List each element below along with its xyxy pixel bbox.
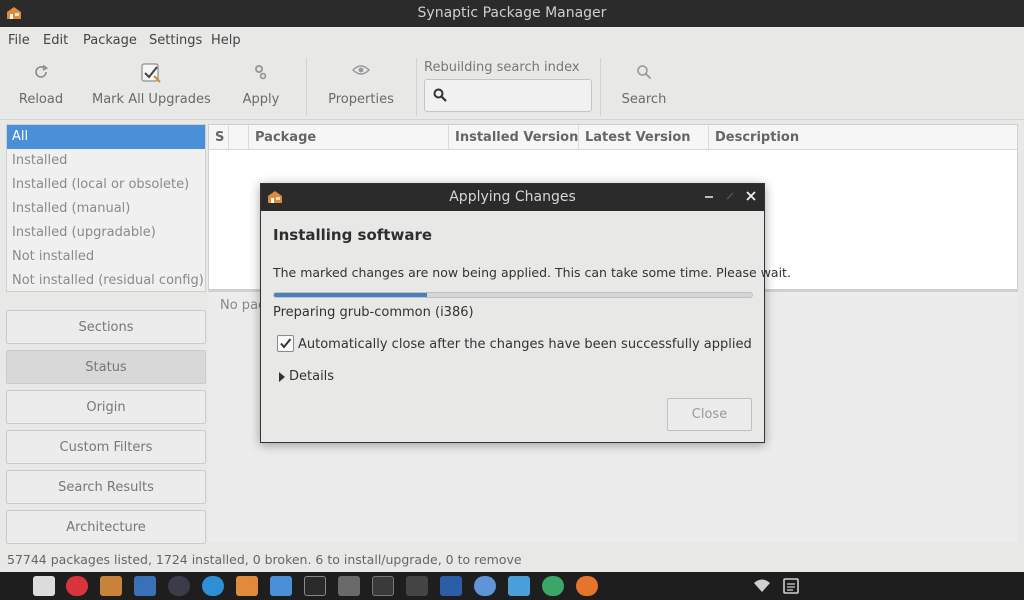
custom-filters-button[interactable]: Custom Filters [6, 430, 206, 464]
progress-fill [274, 293, 427, 297]
apply-button[interactable]: Apply [238, 54, 284, 120]
menu-file[interactable]: File [8, 33, 30, 48]
gear-icon [254, 64, 268, 84]
dialog-title: Applying Changes [449, 189, 576, 205]
details-expander[interactable]: Details [277, 368, 335, 386]
search-field[interactable] [424, 79, 592, 112]
reload-button[interactable]: Reload [10, 54, 72, 120]
search-results-button[interactable]: Search Results [6, 470, 206, 504]
auto-close-checkbox[interactable] [277, 335, 294, 352]
inkscape-icon[interactable] [406, 576, 428, 596]
progress-step-text: Preparing grub-common (i386) [273, 305, 474, 320]
eye-icon [352, 64, 370, 80]
menu-settings[interactable]: Settings [149, 33, 202, 48]
menu-package[interactable]: Package [83, 33, 137, 48]
close-icon[interactable] [744, 189, 758, 205]
status-button[interactable]: Status [6, 350, 206, 384]
expander-arrow-icon [279, 372, 285, 382]
dialog-titlebar[interactable]: Applying Changes [261, 184, 764, 211]
filter-item-not-installed[interactable]: Not installed [7, 245, 205, 269]
column-description[interactable]: Description [709, 125, 1017, 150]
chrome-icon[interactable] [542, 576, 564, 596]
status-text: 57744 packages listed, 1724 installed, 0… [7, 552, 522, 567]
column-installed-version[interactable]: Installed Version [449, 125, 579, 150]
search-input[interactable] [453, 85, 585, 107]
search-caption: Rebuilding search index [424, 60, 580, 75]
window-titlebar[interactable]: Synaptic Package Manager [0, 0, 1024, 27]
filter-item-all[interactable]: All [7, 125, 205, 149]
details-label: Details [289, 369, 335, 384]
clipboard-icon[interactable] [782, 578, 800, 598]
dialog-message: The marked changes are now being applied… [273, 265, 791, 280]
apply-label: Apply [242, 92, 280, 107]
window-icon[interactable] [270, 576, 292, 596]
filter-item-installed[interactable]: Installed [7, 149, 205, 173]
mixer-icon[interactable] [338, 576, 360, 596]
maximize-button[interactable] [723, 189, 737, 205]
menu-edit[interactable]: Edit [43, 33, 68, 48]
filter-item-installed-upgradable[interactable]: Installed (upgradable) [7, 221, 205, 245]
applying-changes-dialog: Applying Changes Installing software The… [260, 183, 791, 443]
search-label: Search [621, 92, 667, 107]
toolbar-separator [306, 58, 307, 116]
chromium-icon[interactable] [474, 576, 496, 596]
search-button[interactable]: Search [618, 54, 670, 120]
filter-item-installed-local[interactable]: Installed (local or obsolete) [7, 173, 205, 197]
minimize-button[interactable] [702, 189, 716, 205]
toolbar-separator [600, 58, 601, 116]
reload-label: Reload [18, 92, 64, 107]
synaptic-icon[interactable] [236, 576, 258, 596]
progress-bar [273, 292, 753, 298]
column-support[interactable] [229, 125, 249, 150]
archive-icon[interactable] [100, 576, 122, 596]
mark-all-upgrades-button[interactable]: Mark All Upgrades [92, 54, 211, 120]
properties-button[interactable]: Properties [326, 54, 396, 120]
firefox-icon[interactable] [576, 576, 598, 596]
yppa-icon[interactable] [134, 576, 156, 596]
origin-button[interactable]: Origin [6, 390, 206, 424]
writer-icon[interactable] [440, 576, 462, 596]
architecture-button[interactable]: Architecture [6, 510, 206, 544]
media-player-icon[interactable] [168, 576, 190, 596]
taskbar [0, 572, 1024, 600]
menu-help[interactable]: Help [211, 33, 241, 48]
wifi-icon[interactable] [752, 578, 772, 598]
column-package[interactable]: Package [249, 125, 449, 150]
file-manager-icon[interactable] [33, 576, 55, 596]
filter-item-installed-manual[interactable]: Installed (manual) [7, 197, 205, 221]
terminal-icon[interactable] [372, 576, 394, 596]
menubar: File Edit Package Settings Help [0, 27, 1024, 54]
checkmark-icon [280, 338, 292, 349]
mark-all-upgrades-label: Mark All Upgrades [92, 92, 211, 107]
update-icon[interactable] [66, 576, 88, 596]
mail-icon[interactable] [508, 576, 530, 596]
search-icon [636, 64, 652, 84]
column-latest-version[interactable]: Latest Version [579, 125, 709, 150]
properties-label: Properties [328, 92, 394, 107]
system-monitor-icon[interactable] [304, 576, 326, 596]
statusbar: 57744 packages listed, 1724 installed, 0… [0, 548, 1024, 570]
filter-list: All Installed Installed (local or obsole… [6, 124, 206, 292]
reload-icon [33, 64, 49, 84]
browser-icon[interactable] [202, 576, 224, 596]
sections-button[interactable]: Sections [6, 310, 206, 344]
toolbar: Reload Mark All Upgrades Apply Propertie… [0, 54, 1024, 120]
description-text: No pac [220, 298, 266, 313]
mark-upgrades-icon [140, 62, 162, 88]
table-header: S Package Installed Version Latest Versi… [209, 125, 1017, 150]
toolbar-separator [416, 58, 417, 116]
auto-close-label[interactable]: Automatically close after the changes ha… [298, 337, 752, 352]
close-button[interactable]: Close [667, 398, 752, 431]
column-status[interactable]: S [209, 125, 229, 150]
dialog-heading: Installing software [273, 226, 433, 244]
window-title: Synaptic Package Manager [417, 5, 607, 21]
filter-item-residual-config[interactable]: Not installed (residual config) [7, 269, 205, 293]
search-icon [433, 88, 447, 106]
